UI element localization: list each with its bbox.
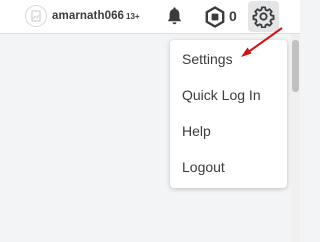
username[interactable]: amarnath066 bbox=[52, 10, 124, 22]
menu-item-settings[interactable]: Settings bbox=[182, 51, 233, 67]
age-badge: 13+ bbox=[126, 12, 140, 21]
notifications-bell-icon[interactable] bbox=[164, 6, 185, 27]
robux-balance[interactable]: 0 bbox=[229, 8, 237, 24]
menu-item-quick-log-in[interactable]: Quick Log In bbox=[182, 87, 261, 103]
avatar[interactable] bbox=[25, 5, 47, 27]
menu-item-logout[interactable]: Logout bbox=[182, 159, 225, 175]
settings-dropdown-menu: Settings Quick Log In Help Logout bbox=[170, 40, 287, 188]
menu-item-help[interactable]: Help bbox=[182, 123, 211, 139]
annotation-arrow-icon bbox=[241, 27, 283, 57]
scrollbar-thumb[interactable] bbox=[292, 40, 299, 92]
avatar-placeholder-icon bbox=[31, 10, 41, 22]
robux-icon[interactable] bbox=[204, 6, 226, 28]
page-scrollbar[interactable] bbox=[291, 34, 300, 242]
